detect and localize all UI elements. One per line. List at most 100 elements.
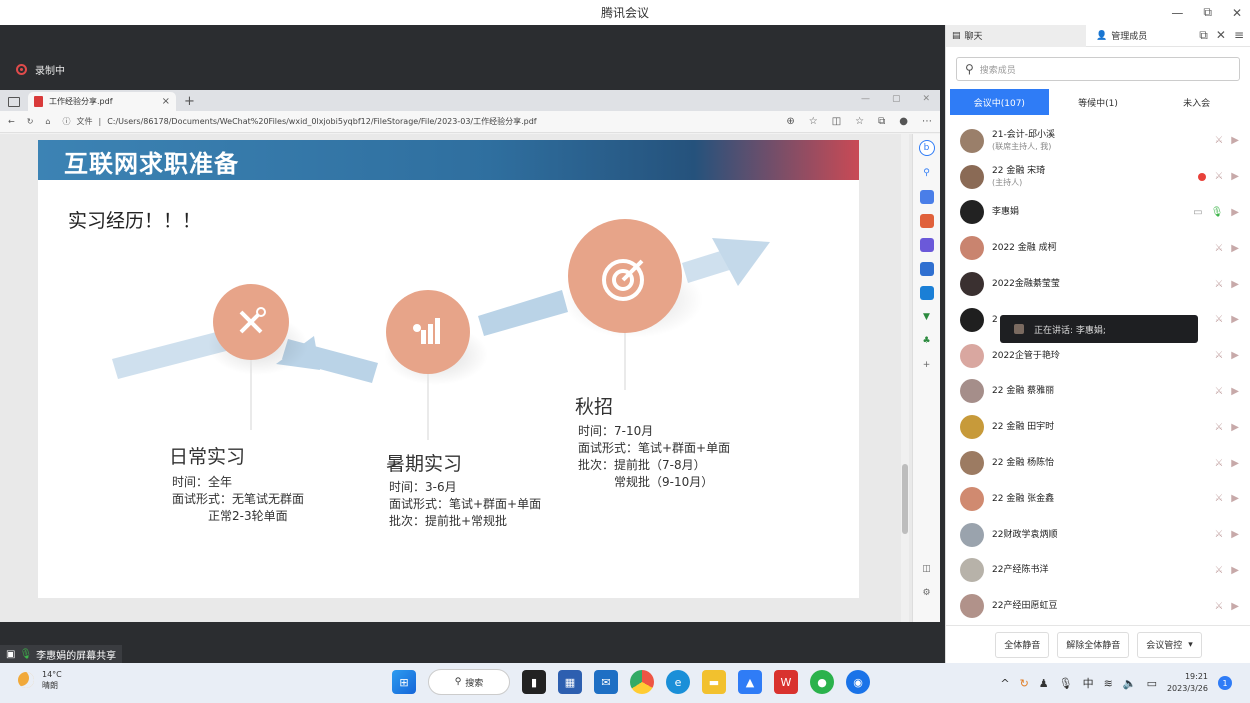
chrome-icon[interactable]: [630, 670, 654, 694]
browser-restore-icon[interactable]: ▢: [892, 94, 901, 104]
tab-close-icon[interactable]: ×: [162, 96, 170, 107]
member-row[interactable]: 22产经陈书洋 ⚔ ▶: [946, 553, 1250, 589]
tab-in-meeting[interactable]: 会议中(107): [950, 89, 1049, 115]
outlook-icon[interactable]: [919, 286, 934, 300]
task-view-icon[interactable]: ▮: [522, 670, 546, 694]
bing-icon[interactable]: b: [918, 140, 935, 156]
search-icon[interactable]: ⚲: [920, 166, 934, 180]
tree-icon[interactable]: ♣: [920, 334, 934, 348]
file-explorer-icon[interactable]: ▬: [702, 670, 726, 694]
wps-icon[interactable]: W: [774, 670, 798, 694]
camera-off-icon[interactable]: ▶: [1231, 350, 1239, 361]
member-row[interactable]: 22 金融 田宇时 ⚔ ▶: [946, 409, 1250, 445]
camera-off-icon[interactable]: ▶: [1231, 314, 1239, 325]
taskbar-search[interactable]: ⚲ 搜索: [428, 669, 510, 695]
url-field[interactable]: ⓘ 文件 | C:/Users/86178/Documents/WeChat%2…: [62, 116, 536, 127]
profile-icon[interactable]: ●: [899, 116, 908, 127]
edge-icon[interactable]: e: [666, 670, 690, 694]
mic-muted-icon[interactable]: ⚔: [1214, 422, 1223, 433]
drop-icon[interactable]: ▼: [920, 310, 934, 324]
member-row[interactable]: 21-会计-邱小溪 (联席主持人, 我) ⚔ ▶: [946, 123, 1250, 159]
panel-close-icon[interactable]: ✕: [1216, 28, 1226, 43]
wifi-icon[interactable]: ≋: [1104, 677, 1113, 690]
refresh-tray-icon[interactable]: ↻: [1020, 677, 1029, 690]
mute-all-button[interactable]: 全体静音: [995, 631, 1050, 658]
zoom-icon[interactable]: ⊕: [786, 116, 794, 127]
member-row[interactable]: 22财政学袁炳顺 ⚔ ▶: [946, 517, 1250, 553]
member-row[interactable]: 2022金融綦莹莹 ⚔ ▶: [946, 266, 1250, 302]
ime-indicator[interactable]: 中: [1083, 675, 1094, 691]
camera-off-icon[interactable]: ▶: [1231, 386, 1239, 397]
member-row[interactable]: 2022 金融 成柯 ⚔ ▶: [946, 230, 1250, 266]
office-icon[interactable]: [919, 262, 934, 276]
wechat-icon[interactable]: ●: [810, 670, 834, 694]
restore-button[interactable]: ⧉: [1203, 5, 1212, 20]
camera-off-icon[interactable]: ▶: [1231, 565, 1239, 576]
mail-icon[interactable]: ✉: [594, 670, 618, 694]
camera-off-icon[interactable]: ▶: [1231, 422, 1239, 433]
unmute-all-button[interactable]: 解除全体静音: [1057, 631, 1130, 658]
camera-off-icon[interactable]: ▶: [1231, 601, 1239, 612]
shopping-icon[interactable]: [919, 190, 934, 204]
mic-muted-icon[interactable]: ⚔: [1214, 386, 1223, 397]
popout-icon[interactable]: ⧉: [1199, 28, 1208, 43]
tab-waiting[interactable]: 等候中(1): [1049, 89, 1148, 115]
camera-off-icon[interactable]: ▶: [1231, 458, 1239, 469]
mic-muted-icon[interactable]: ⚔: [1214, 529, 1223, 540]
screen-share-label[interactable]: ▣ 🎙 李惠娟的屏幕共享: [0, 645, 123, 663]
mic-muted-icon[interactable]: ⚔: [1214, 135, 1223, 146]
camera-off-icon[interactable]: ▶: [1231, 279, 1239, 290]
refresh-icon[interactable]: ↻: [27, 117, 34, 126]
start-icon[interactable]: ⊞: [392, 670, 416, 694]
member-row[interactable]: 22产经田愿虹豆 ⚔ ▶: [946, 588, 1250, 624]
games-icon[interactable]: [919, 238, 934, 252]
tools-sidebar-icon[interactable]: [919, 214, 934, 228]
meeting-control-button[interactable]: 会议管控 ▾: [1137, 631, 1202, 658]
app-icon[interactable]: ◉: [846, 670, 870, 694]
browser-minimize-icon[interactable]: —: [861, 94, 870, 104]
panel-menu-icon[interactable]: ≡: [1234, 28, 1244, 43]
member-row[interactable]: 2022企管于艳玲 ⚔ ▶: [946, 338, 1250, 374]
new-tab-icon[interactable]: +: [184, 94, 195, 109]
camera-off-icon[interactable]: ▶: [1231, 529, 1239, 540]
camera-off-icon[interactable]: ▶: [1231, 493, 1239, 504]
camera-off-icon[interactable]: ▶: [1231, 207, 1239, 218]
tab-not-joined[interactable]: 未入会: [1147, 89, 1246, 115]
mic-muted-icon[interactable]: ⚔: [1214, 171, 1223, 182]
mic-muted-icon[interactable]: ⚔: [1214, 458, 1223, 469]
mic-muted-icon[interactable]: ⚔: [1214, 243, 1223, 254]
mic-muted-icon[interactable]: ⚔: [1214, 601, 1223, 612]
camera-off-icon[interactable]: ▶: [1231, 243, 1239, 254]
tencent-meeting-icon[interactable]: ▲: [738, 670, 762, 694]
home-icon[interactable]: ⌂: [45, 117, 50, 126]
minimize-button[interactable]: —: [1171, 6, 1183, 20]
close-button[interactable]: ✕: [1232, 6, 1242, 20]
widgets-icon[interactable]: ▦: [558, 670, 582, 694]
collections-icon[interactable]: ⧉: [878, 116, 885, 127]
tab-actions-icon[interactable]: [8, 97, 20, 107]
microphone-icon[interactable]: 🎙: [1059, 677, 1073, 690]
camera-off-icon[interactable]: ▶: [1231, 171, 1239, 182]
weather-widget[interactable]: 14°C 晴朗: [18, 669, 62, 691]
recording-indicator[interactable]: 录制中: [16, 62, 65, 77]
add-sidebar-icon[interactable]: +: [920, 358, 934, 372]
pdf-scrollbar[interactable]: [901, 134, 909, 622]
tray-overflow-icon[interactable]: ^: [1000, 677, 1009, 690]
penguin-icon[interactable]: ♟: [1039, 677, 1049, 690]
battery-icon[interactable]: ▭: [1147, 677, 1157, 690]
settings-icon[interactable]: ⚙: [920, 586, 934, 600]
notification-badge[interactable]: 1: [1218, 676, 1232, 690]
more-icon[interactable]: ⋯: [922, 116, 932, 127]
favorites-icon[interactable]: ☆: [855, 116, 864, 127]
split-screen-icon[interactable]: ◫: [832, 116, 841, 127]
mic-muted-icon[interactable]: ⚔: [1214, 565, 1223, 576]
sidebar-toggle-icon[interactable]: ◫: [920, 562, 934, 576]
back-icon[interactable]: ←: [8, 117, 15, 126]
mic-on-icon[interactable]: 🎙: [1211, 207, 1224, 218]
browser-tab[interactable]: 工作经验分享.pdf ×: [28, 92, 176, 111]
clock[interactable]: 19:21 2023/3/26: [1167, 671, 1208, 695]
mic-muted-icon[interactable]: ⚔: [1214, 314, 1223, 325]
member-row[interactable]: 22 金融 宋琦 (主持人) ⚔ ▶: [946, 159, 1250, 195]
member-search-input[interactable]: ⚲ 搜索成员: [956, 57, 1240, 81]
tab-manage-members[interactable]: 👤 管理成员: [1086, 25, 1199, 47]
